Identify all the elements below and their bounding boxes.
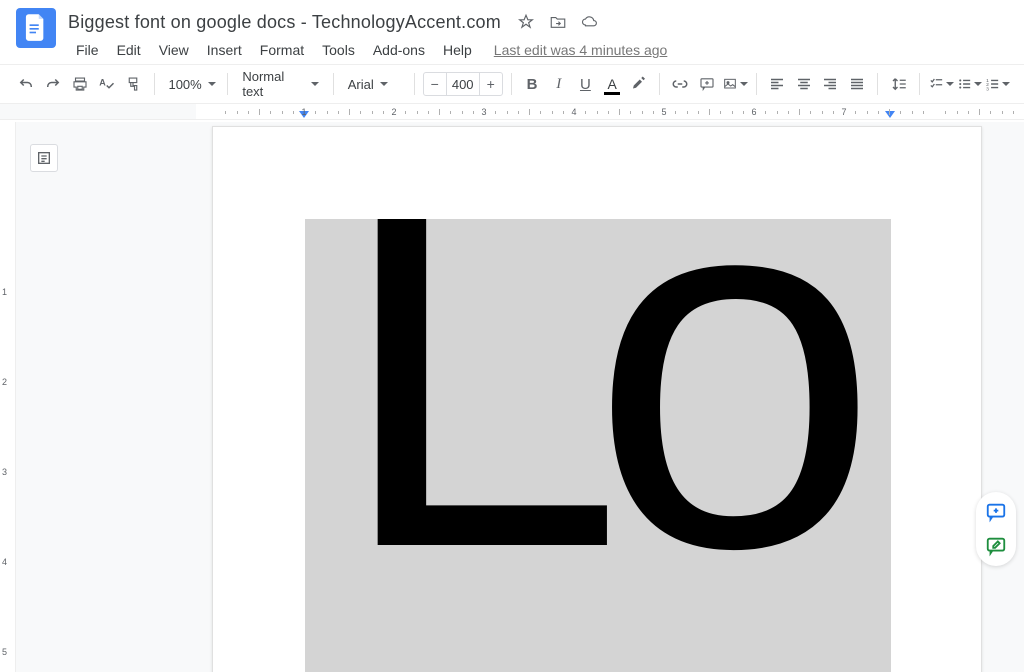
horizontal-ruler[interactable]: 1 2 3 4 5 6 7 xyxy=(0,104,1024,120)
zoom-dropdown[interactable]: 100% xyxy=(162,71,219,97)
menu-file[interactable]: File xyxy=(68,38,107,62)
text-color-button[interactable]: A xyxy=(600,71,625,97)
menu-help[interactable]: Help xyxy=(435,38,480,62)
side-button-panel xyxy=(976,492,1016,566)
numbered-list-button[interactable]: 123 xyxy=(984,71,1010,97)
print-button[interactable] xyxy=(67,71,92,97)
bulleted-list-button[interactable] xyxy=(956,71,982,97)
vruler-number: 1 xyxy=(2,287,7,297)
font-size-input[interactable] xyxy=(446,73,480,95)
menu-edit[interactable]: Edit xyxy=(109,38,149,62)
font-value: Arial xyxy=(348,77,374,92)
paint-format-button[interactable] xyxy=(121,71,146,97)
ruler-number: 7 xyxy=(841,107,846,117)
ruler-number: 1 xyxy=(301,107,306,117)
menu-tools[interactable]: Tools xyxy=(314,38,363,62)
vruler-number: 3 xyxy=(2,467,7,477)
zoom-value: 100% xyxy=(168,77,201,92)
suggest-edits-side-button[interactable] xyxy=(984,534,1008,558)
align-justify-button[interactable] xyxy=(845,71,870,97)
align-right-button[interactable] xyxy=(818,71,843,97)
font-size-increase-button[interactable]: + xyxy=(480,73,502,95)
menu-view[interactable]: View xyxy=(151,38,197,62)
document-page[interactable]: Lo xyxy=(212,126,982,672)
ruler-number: 6 xyxy=(751,107,756,117)
italic-button[interactable]: I xyxy=(546,71,571,97)
menu-insert[interactable]: Insert xyxy=(199,38,250,62)
style-value: Normal text xyxy=(242,69,304,99)
font-family-dropdown[interactable]: Arial xyxy=(342,71,406,97)
align-left-button[interactable] xyxy=(764,71,789,97)
star-icon[interactable] xyxy=(517,13,535,31)
add-comment-side-button[interactable] xyxy=(984,500,1008,524)
document-title[interactable]: Biggest font on google docs - Technology… xyxy=(68,12,501,33)
insert-image-button[interactable] xyxy=(722,71,748,97)
menu-addons[interactable]: Add-ons xyxy=(365,38,433,62)
right-indent-marker[interactable] xyxy=(885,111,895,118)
svg-text:3: 3 xyxy=(986,86,989,92)
text-selection: Lo xyxy=(305,219,891,672)
vruler-number: 2 xyxy=(2,377,7,387)
move-folder-icon[interactable] xyxy=(549,13,567,31)
insert-link-button[interactable] xyxy=(668,71,693,97)
bold-button[interactable]: B xyxy=(520,71,545,97)
menu-format[interactable]: Format xyxy=(252,38,312,62)
docs-logo[interactable] xyxy=(16,8,56,48)
add-comment-button[interactable] xyxy=(695,71,720,97)
vruler-number: 4 xyxy=(2,557,7,567)
document-content-text[interactable]: Lo xyxy=(335,219,845,665)
font-size-group: − + xyxy=(423,72,503,96)
underline-button[interactable]: U xyxy=(573,71,598,97)
ruler-number: 5 xyxy=(661,107,666,117)
undo-button[interactable] xyxy=(14,71,39,97)
vruler-number: 5 xyxy=(2,647,7,657)
paragraph-style-dropdown[interactable]: Normal text xyxy=(236,71,324,97)
svg-text:A: A xyxy=(100,78,107,88)
ruler-number: 4 xyxy=(571,107,576,117)
redo-button[interactable] xyxy=(41,71,66,97)
align-center-button[interactable] xyxy=(791,71,816,97)
ruler-number: 2 xyxy=(391,107,396,117)
highlight-color-button[interactable] xyxy=(626,71,651,97)
toolbar: A 100% Normal text Arial − + B I U A 123 xyxy=(0,64,1024,104)
line-spacing-button[interactable] xyxy=(886,71,911,97)
last-edit-link[interactable]: Last edit was 4 minutes ago xyxy=(494,42,668,58)
spellcheck-button[interactable]: A xyxy=(94,71,119,97)
font-size-decrease-button[interactable]: − xyxy=(424,73,446,95)
ruler-number: 3 xyxy=(481,107,486,117)
document-outline-button[interactable] xyxy=(30,144,58,172)
checklist-button[interactable] xyxy=(928,71,954,97)
cloud-status-icon[interactable] xyxy=(581,13,599,31)
vertical-ruler[interactable]: 1 2 3 4 5 xyxy=(0,122,16,672)
